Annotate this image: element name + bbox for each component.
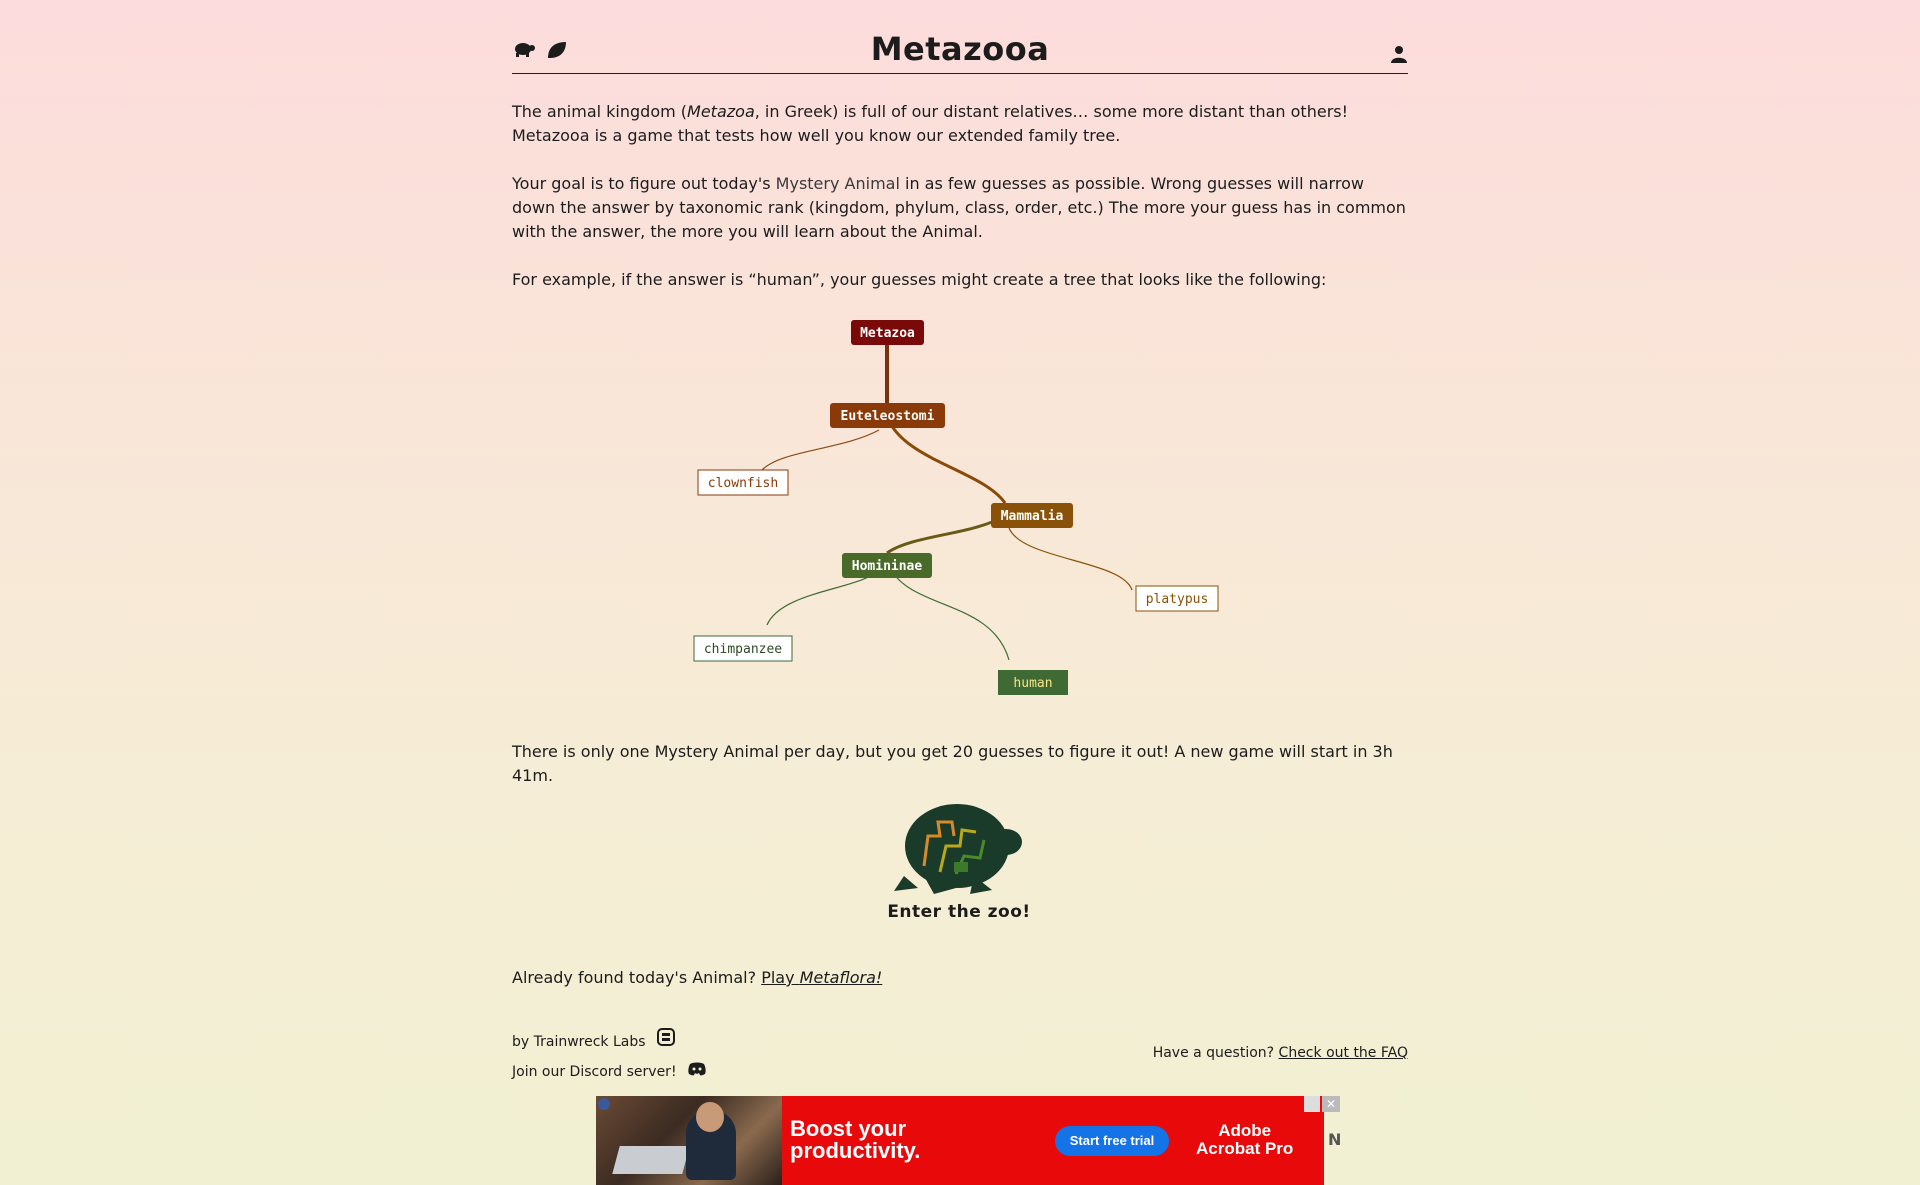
tree-node-euteleostomi: Euteleostomi — [830, 403, 945, 428]
play-metaflora-link[interactable]: Play Metaflora! — [761, 968, 882, 987]
intro-paragraph-2: Your goal is to figure out today's Myste… — [512, 172, 1408, 244]
play-label: Play — [761, 968, 800, 987]
intro-paragraph-3: For example, if the answer is “human”, y… — [512, 270, 1327, 289]
discord-text: Join our Discord server! — [512, 1064, 677, 1080]
credit-text: by Trainwreck Labs — [512, 1034, 646, 1050]
ad-choices-icon[interactable] — [1304, 1096, 1320, 1112]
discord-line: Join our Discord server! — [512, 1058, 707, 1088]
tree-edge — [885, 415, 1007, 504]
intro-text: The animal kingdom ( — [512, 102, 688, 121]
example-tree: Metazoa Euteleostomi clownfish Mammalia … — [693, 320, 1219, 695]
faq-line: Have a question? Check out the FAQ — [1153, 1045, 1408, 1061]
faq-link[interactable]: Check out the FAQ — [1279, 1045, 1408, 1061]
ad-headline-line: Boost your — [790, 1116, 907, 1141]
metaflora-label: Metaflora! — [799, 968, 883, 987]
question-text: Have a question? — [1152, 1045, 1279, 1061]
page-container: Metazooa The animal kingdom (Metazoa, in… — [512, 0, 1408, 1080]
trainwreck-labs-icon[interactable] — [656, 1027, 676, 1058]
intro-paragraph-1: The animal kingdom (Metazoa, in Greek) i… — [512, 100, 1408, 148]
tree-node-human: human — [998, 670, 1068, 695]
node-label: human — [1013, 676, 1052, 691]
header: Metazooa — [512, 0, 1408, 74]
metazoa-italic: Metazoa — [687, 102, 755, 121]
ad-photo-laptop — [612, 1146, 690, 1174]
already-text: Already found today's Animal? — [512, 968, 762, 987]
tree-node-chimpanzee: chimpanzee — [693, 635, 793, 662]
credit-line: by Trainwreck Labs — [512, 1027, 707, 1058]
ad-photo — [596, 1096, 782, 1185]
enter-zoo-button[interactable]: Enter the zoo! — [884, 796, 1034, 922]
tree-node-homininae: Homininae — [842, 553, 932, 578]
goal-text: Your goal is to figure out today's — [512, 174, 776, 193]
ad-close-button[interactable]: ✕ — [1322, 1096, 1340, 1112]
tree-edge — [886, 514, 1006, 555]
ad-headline-line: productivity. — [790, 1138, 921, 1163]
tree-edge — [1008, 527, 1133, 591]
ad-network-icon[interactable]: N — [1328, 1130, 1341, 1149]
enter-zoo-label: Enter the zoo! — [887, 902, 1031, 922]
node-label: Metazoa — [860, 326, 915, 341]
footer-left: by Trainwreck Labs Join our Discord serv… — [512, 1027, 707, 1088]
ad-info-icon[interactable] — [598, 1098, 610, 1110]
user-icon[interactable] — [1390, 45, 1408, 67]
ad-start-trial-button[interactable]: Start free trial — [1055, 1126, 1169, 1156]
node-label: Homininae — [852, 559, 923, 574]
already-found-line: Already found today's Animal? Play Metaf… — [512, 966, 882, 990]
page-title: Metazooa — [870, 30, 1050, 68]
tree-node-platypus: platypus — [1135, 585, 1219, 612]
ad-brand-line: Adobe — [1218, 1121, 1272, 1140]
daily-info: There is only one Mystery Animal per day… — [512, 742, 1393, 785]
node-label: Euteleostomi — [841, 409, 935, 424]
mystery-animal-term: Mystery Animal — [775, 174, 900, 193]
node-label: Mammalia — [1001, 509, 1064, 524]
tree-node-clownfish: clownfish — [697, 469, 789, 496]
turtle-logo-icon — [894, 804, 1022, 894]
tree-node-metazoa: Metazoa — [851, 320, 924, 345]
ad-banner[interactable]: Boost your productivity. Start free tria… — [596, 1096, 1324, 1185]
ad-brand: Adobe Acrobat Pro — [1196, 1122, 1293, 1158]
ad-headline: Boost your productivity. — [790, 1118, 920, 1162]
ad-photo-head — [696, 1102, 724, 1132]
ad-brand-line: Acrobat Pro — [1196, 1139, 1294, 1158]
discord-icon[interactable] — [687, 1058, 707, 1087]
node-label: clownfish — [708, 476, 778, 491]
tree-edge — [889, 567, 1010, 661]
tree-edge — [761, 429, 880, 471]
tree-node-mammalia: Mammalia — [991, 503, 1073, 528]
node-label: chimpanzee — [704, 642, 782, 657]
node-label: platypus — [1146, 592, 1209, 607]
